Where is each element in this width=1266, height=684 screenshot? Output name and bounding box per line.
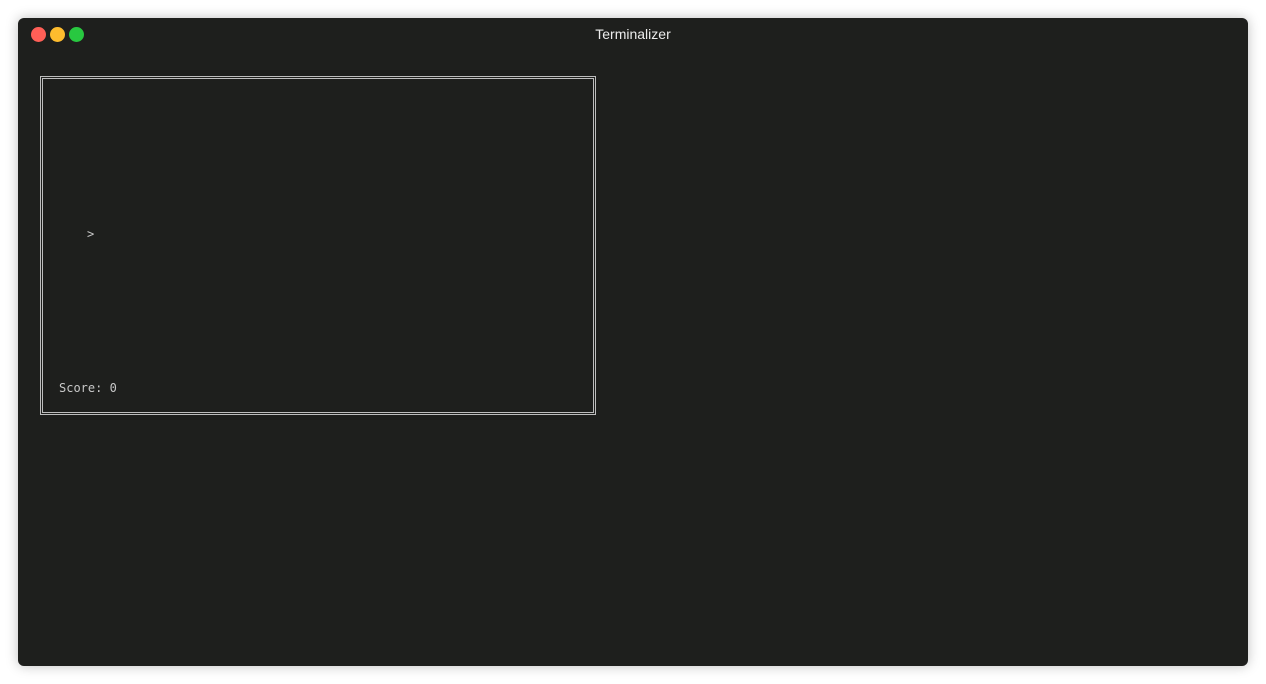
terminal-viewport[interactable]: > Score: 0 [18,52,1248,666]
player-ship: > [87,227,95,241]
game-board: > Score: 0 [40,76,596,415]
window-title: Terminalizer [595,26,671,42]
terminal-window: Terminalizer > Score: 0 [18,18,1248,666]
score-display: Score: 0 [59,381,117,395]
title-bar: Terminalizer [18,18,1248,52]
